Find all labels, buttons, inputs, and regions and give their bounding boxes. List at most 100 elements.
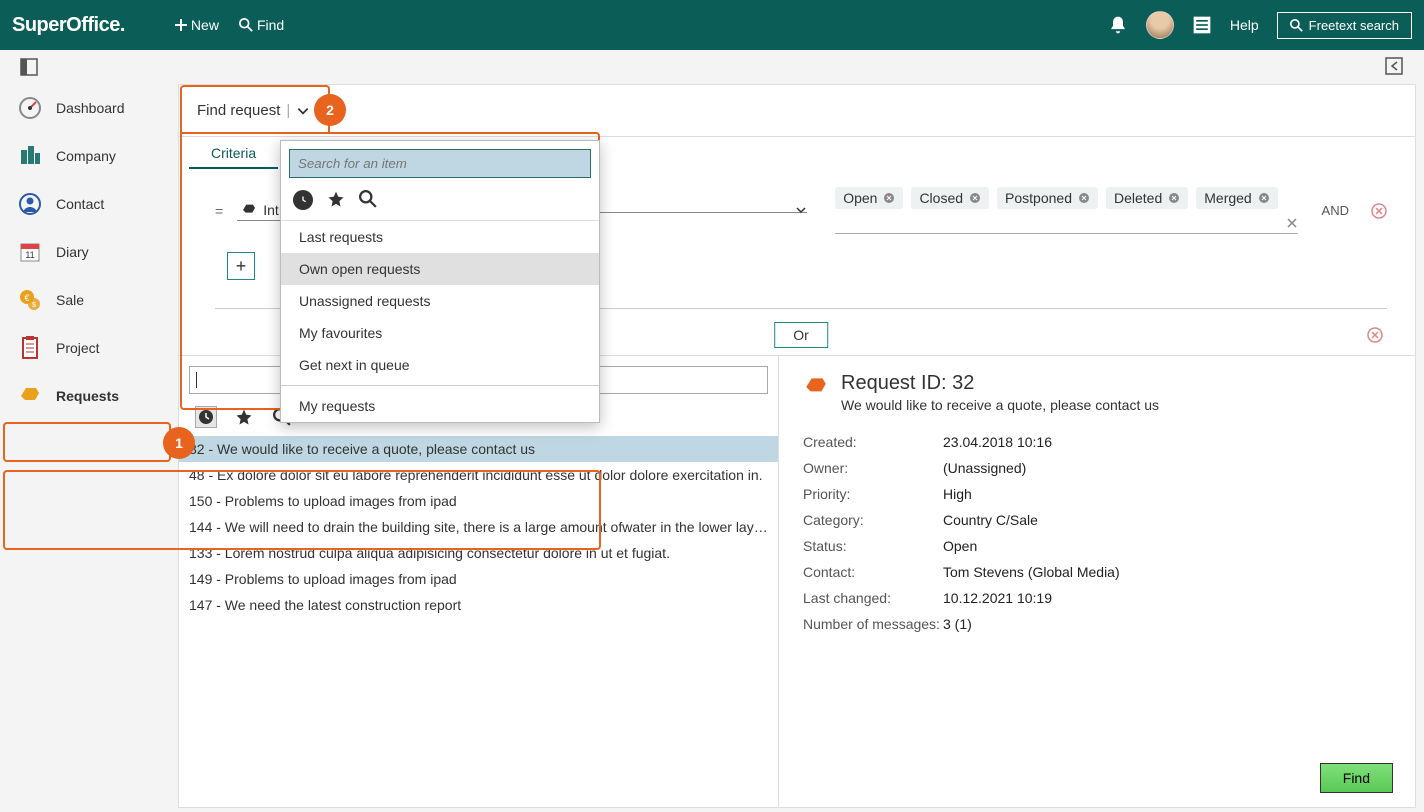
callout-badge-1: 1 [163, 427, 195, 459]
chip-postponed[interactable]: Postponed [997, 187, 1098, 209]
detail-label: Category: [803, 512, 943, 528]
close-icon[interactable] [1078, 192, 1090, 204]
find-request-dropdown-menu: Last requestsOwn open requestsUnassigned… [280, 140, 600, 423]
chip-merged[interactable]: Merged [1196, 187, 1277, 209]
request-subtitle: We would like to receive a quote, please… [841, 397, 1159, 413]
detail-row: Contact:Tom Stevens (Global Media) [803, 559, 1391, 585]
bell-icon[interactable] [1108, 15, 1128, 35]
sidebar-item-sale[interactable]: €$ Sale [0, 276, 174, 324]
menu-icon[interactable] [1192, 15, 1212, 35]
remove-or-icon[interactable] [1367, 327, 1383, 343]
svg-text:$: $ [32, 302, 36, 309]
sidebar-item-company[interactable]: Company [0, 132, 174, 180]
chip-deleted[interactable]: Deleted [1106, 187, 1188, 209]
app-logo: SuperOffice. [12, 14, 125, 37]
panel-toggle-icon[interactable] [20, 58, 38, 76]
close-icon[interactable] [1168, 192, 1180, 204]
find-request-dropdown[interactable]: Find request | [197, 102, 310, 119]
detail-value: Open [943, 538, 977, 554]
request-row[interactable]: 133 - Lorem nostrud culpa aliqua adipisi… [179, 540, 778, 566]
and-label: AND [1322, 203, 1349, 218]
help-link[interactable]: Help [1230, 17, 1259, 33]
dashboard-icon [18, 96, 42, 120]
remove-row-icon[interactable] [1371, 203, 1387, 219]
clear-all-icon[interactable] [1286, 217, 1298, 229]
sidebar-item-requests[interactable]: Requests [0, 372, 174, 420]
status-chips: Open Closed Postponed Deleted Merged [835, 187, 1297, 234]
request-row[interactable]: 32 - We would like to receive a quote, p… [179, 436, 778, 462]
close-icon[interactable] [1258, 192, 1270, 204]
sidebar-item-label: Company [56, 148, 116, 164]
freetext-search-button[interactable]: Freetext search [1277, 12, 1412, 39]
or-button[interactable]: Or [774, 322, 828, 348]
ticket-icon [803, 374, 829, 400]
detail-row: Last changed:10.12.2021 10:19 [803, 585, 1391, 611]
magnifier-icon[interactable] [359, 190, 377, 208]
detail-value: High [943, 486, 972, 502]
recent-filter-icon[interactable] [195, 406, 217, 428]
detail-row: Owner:(Unassigned) [803, 455, 1391, 481]
find-submit-button[interactable]: Find [1320, 763, 1393, 793]
sidebar-item-label: Requests [56, 388, 119, 404]
request-row[interactable]: 149 - Problems to upload images from ipa… [179, 566, 778, 592]
dropdown-item[interactable]: Last requests [281, 221, 599, 253]
detail-value: Country C/Sale [943, 512, 1038, 528]
sidebar-item-dashboard[interactable]: Dashboard [0, 84, 174, 132]
panel-collapse-icon[interactable] [1385, 57, 1403, 75]
close-icon[interactable] [969, 192, 981, 204]
dropdown-item[interactable]: My favourites [281, 317, 599, 349]
chevron-down-icon [795, 204, 807, 216]
detail-row: Number of messages:3 (1) [803, 611, 1391, 637]
find-button[interactable]: Find [239, 17, 284, 33]
svg-text:11: 11 [25, 250, 34, 260]
request-row[interactable]: 48 - Ex dolore dolor sit eu labore repre… [179, 462, 778, 488]
sidebar-item-label: Sale [56, 292, 84, 308]
sidebar-item-project[interactable]: Project [0, 324, 174, 372]
sidebar-item-label: Contact [56, 196, 104, 212]
company-icon [18, 144, 42, 168]
new-button[interactable]: New [175, 17, 219, 33]
clock-icon[interactable] [293, 190, 313, 210]
dropdown-search-input[interactable] [289, 149, 591, 178]
detail-row: Priority:High [803, 481, 1391, 507]
request-row[interactable]: 150 - Problems to upload images from ipa… [179, 488, 778, 514]
dropdown-item[interactable]: Get next in queue [281, 349, 599, 381]
callout-badge-2: 2 [314, 94, 346, 126]
star-icon[interactable] [327, 190, 345, 208]
add-criterion-button[interactable]: + [227, 252, 255, 280]
chevron-down-icon [296, 104, 310, 118]
criteria-field-text: Int [263, 202, 279, 218]
chip-open[interactable]: Open [835, 187, 903, 209]
detail-value: 10.12.2021 10:19 [943, 590, 1052, 606]
chip-closed[interactable]: Closed [911, 187, 989, 209]
sale-icon: €$ [18, 288, 42, 312]
detail-value: Tom Stevens (Global Media) [943, 564, 1120, 580]
equals-sign: = [215, 203, 223, 219]
magnifier-icon [1290, 19, 1303, 32]
sidebar-item-label: Dashboard [56, 100, 125, 116]
request-row[interactable]: 144 - We will need to drain the building… [179, 514, 778, 540]
tab-criteria[interactable]: Criteria [189, 137, 278, 169]
request-title: Request ID: 32 [841, 372, 1159, 395]
detail-value: 3 (1) [943, 616, 972, 632]
detail-value: (Unassigned) [943, 460, 1026, 476]
diary-icon: 11 [18, 240, 42, 264]
user-avatar[interactable] [1146, 11, 1174, 39]
detail-label: Contact: [803, 564, 943, 580]
detail-row: Created:23.04.2018 10:16 [803, 429, 1391, 455]
favourites-filter-icon[interactable] [233, 406, 255, 428]
detail-label: Priority: [803, 486, 943, 502]
dropdown-item[interactable]: Unassigned requests [281, 285, 599, 317]
freetext-label: Freetext search [1309, 18, 1399, 33]
requests-icon [18, 384, 42, 408]
dropdown-item[interactable]: Own open requests [281, 253, 599, 285]
detail-label: Owner: [803, 460, 943, 476]
find-label: Find [257, 17, 284, 33]
project-icon [18, 336, 42, 360]
sidebar-item-contact[interactable]: Contact [0, 180, 174, 228]
close-icon[interactable] [883, 192, 895, 204]
sidebar-item-diary[interactable]: 11 Diary [0, 228, 174, 276]
request-row[interactable]: 147 - We need the latest construction re… [179, 592, 778, 618]
dropdown-item[interactable]: My requests [281, 390, 599, 422]
contact-icon [18, 192, 42, 216]
